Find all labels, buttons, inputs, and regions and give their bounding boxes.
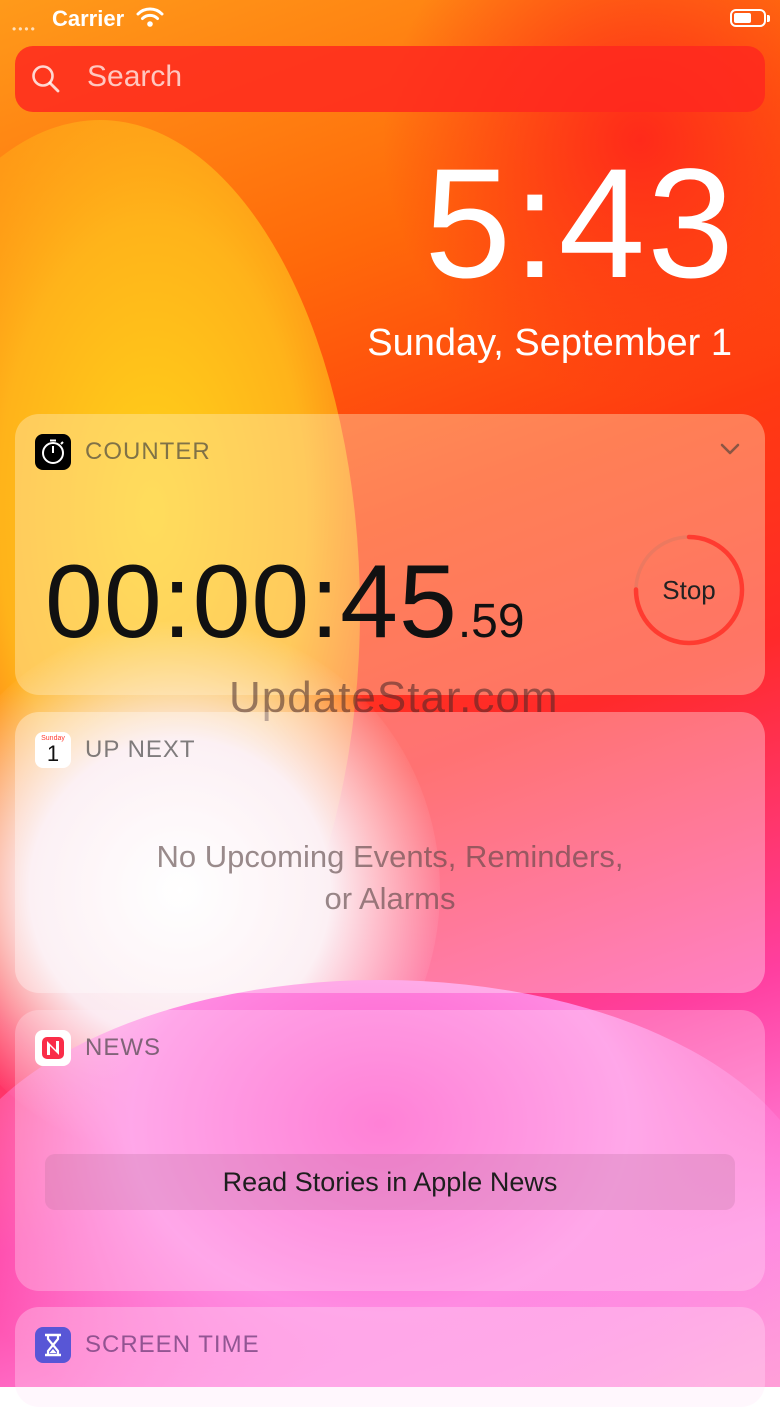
no-events-message: No Upcoming Events, Reminders, or Alarms xyxy=(15,836,765,920)
news-widget-header: NEWS xyxy=(35,1030,161,1066)
widget-title: COUNTER xyxy=(85,438,211,465)
counter-time: 00:00:45.59 xyxy=(45,550,525,654)
battery-icon xyxy=(730,9,770,27)
widget-title: UP NEXT xyxy=(85,736,196,763)
calendar-icon: Sunday 1 xyxy=(35,732,71,768)
up-next-widget: Sunday 1 UP NEXT No Upcoming Events, Rem… xyxy=(15,712,765,993)
screen-time-widget-header: SCREEN TIME xyxy=(35,1327,260,1363)
widget-title: SCREEN TIME xyxy=(85,1331,260,1358)
signal-dots: •••• xyxy=(12,22,37,36)
stopwatch-icon xyxy=(35,434,71,470)
lock-date: Sunday, September 1 xyxy=(367,322,732,364)
counter-widget: COUNTER 00:00:45.59 Stop xyxy=(15,414,765,695)
read-stories-button[interactable]: Read Stories in Apple News xyxy=(45,1154,735,1210)
hourglass-icon xyxy=(35,1327,71,1363)
news-widget: NEWS Read Stories in Apple News xyxy=(15,1010,765,1291)
widget-title: NEWS xyxy=(85,1034,161,1061)
screen-time-widget: SCREEN TIME xyxy=(15,1307,765,1407)
no-events-line-2: or Alarms xyxy=(324,881,456,916)
wifi-icon xyxy=(136,6,164,33)
news-icon xyxy=(35,1030,71,1066)
lock-time: 5:43 xyxy=(424,137,736,311)
chevron-down-icon[interactable] xyxy=(719,442,741,461)
stop-button-label: Stop xyxy=(662,574,716,605)
counter-widget-header: COUNTER xyxy=(35,434,211,470)
calendar-icon-date: 1 xyxy=(46,741,60,766)
status-bar: •••• Carrier xyxy=(0,0,780,40)
search-placeholder: Search xyxy=(87,60,183,93)
no-events-line-1: No Upcoming Events, Reminders, xyxy=(156,839,624,874)
search-icon xyxy=(31,64,61,99)
carrier-label: Carrier xyxy=(52,6,125,31)
search-bar[interactable]: Search xyxy=(15,46,765,112)
counter-time-fraction: .59 xyxy=(457,595,525,648)
counter-time-main: 00:00:45 xyxy=(45,544,458,660)
up-next-widget-header: Sunday 1 UP NEXT xyxy=(35,732,196,768)
stop-button[interactable]: Stop xyxy=(633,534,745,646)
